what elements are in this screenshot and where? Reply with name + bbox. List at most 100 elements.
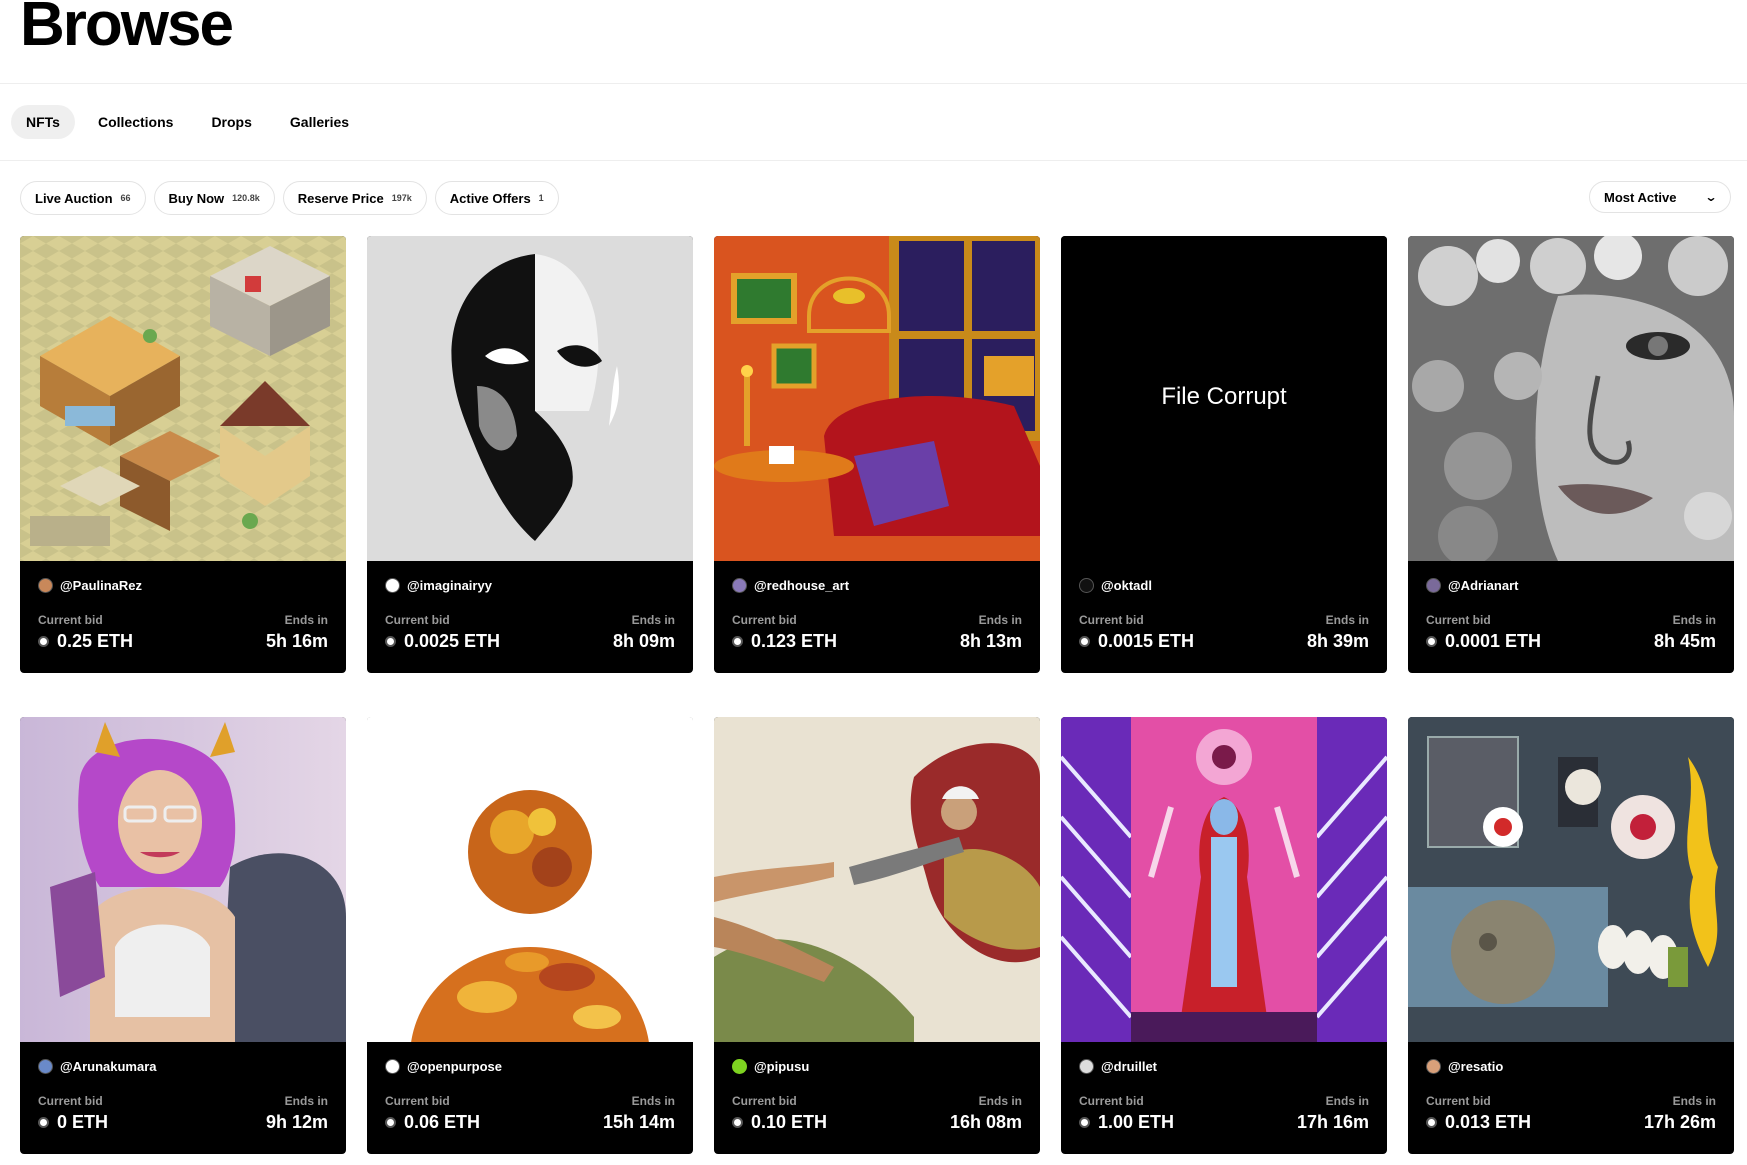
nft-artwork[interactable] <box>714 717 1040 1042</box>
creator-link[interactable]: @resatio <box>1426 1059 1503 1074</box>
nft-grid: @PaulinaRez Current bid 0.25 ETH Ends in… <box>20 236 1734 1154</box>
nft-card[interactable]: File Corrupt @oktadl Current bid 0.0015 … <box>1061 236 1387 673</box>
eth-icon <box>732 1117 743 1128</box>
current-bid: 0.0015 ETH <box>1079 631 1194 652</box>
creator-name: @pipusu <box>754 1059 810 1074</box>
ends-in-value: 8h 39m <box>1306 631 1369 651</box>
creator-link[interactable]: @druillet <box>1079 1059 1157 1074</box>
avatar <box>1426 1059 1441 1074</box>
bid-value: 0 ETH <box>57 1112 109 1132</box>
current-bid-label: Current bid <box>385 613 450 627</box>
nft-card[interactable]: @redhouse_art Current bid 0.123 ETH Ends… <box>714 236 1040 673</box>
creator-name: @imaginairyy <box>407 578 492 593</box>
ends-in-label: Ends in <box>284 1094 328 1108</box>
ends-in-label: Ends in <box>631 1094 675 1108</box>
bid-value: 1.00 ETH <box>1098 1112 1175 1132</box>
nft-artwork[interactable]: File Corrupt <box>1061 236 1387 561</box>
eth-icon <box>385 1117 396 1128</box>
creator-link[interactable]: @Arunakumara <box>38 1059 156 1074</box>
tab-nfts[interactable]: NFTs <box>11 105 75 139</box>
eth-icon <box>385 636 396 647</box>
ends-in-label: Ends in <box>978 1094 1022 1108</box>
nft-card[interactable]: @druillet Current bid 1.00 ETH Ends in 1… <box>1061 717 1387 1154</box>
ends-in-value: 17h 16m <box>1296 1112 1369 1132</box>
bid-value: 0.10 ETH <box>751 1112 828 1132</box>
avatar <box>1426 578 1441 593</box>
ends-in-value: 9h 12m <box>265 1112 328 1132</box>
sort-label: Most Active <box>1604 189 1677 205</box>
nft-artwork[interactable] <box>714 236 1040 561</box>
card-info: @Arunakumara Current bid 0 ETH Ends in 9… <box>20 1042 346 1154</box>
current-bid-label: Current bid <box>1426 613 1491 627</box>
filter-live-auction[interactable]: Live Auction 66 <box>20 181 146 215</box>
filter-count: 197k <box>391 193 412 203</box>
current-bid: 0.123 ETH <box>732 631 837 652</box>
current-bid-label: Current bid <box>38 1094 103 1108</box>
ends-in-label: Ends in <box>1325 1094 1369 1108</box>
current-bid-label: Current bid <box>38 613 103 627</box>
avatar <box>1079 1059 1094 1074</box>
card-info: @pipusu Current bid 0.10 ETH Ends in 16h… <box>714 1042 1040 1154</box>
creator-link[interactable]: @openpurpose <box>385 1059 502 1074</box>
nft-card[interactable]: @imaginairyy Current bid 0.0025 ETH Ends… <box>367 236 693 673</box>
creator-link[interactable]: @PaulinaRez <box>38 578 142 593</box>
tab-bar: NFTs Collections Drops Galleries <box>11 105 364 139</box>
creator-link[interactable]: @Adrianart <box>1426 578 1518 593</box>
eth-icon <box>38 636 49 647</box>
creator-name: @resatio <box>1448 1059 1504 1074</box>
ends-in-label: Ends in <box>631 613 675 627</box>
creator-link[interactable]: @pipusu <box>732 1059 809 1074</box>
nft-artwork[interactable] <box>1408 236 1734 561</box>
tab-galleries[interactable]: Galleries <box>275 105 364 139</box>
nft-card[interactable]: @Adrianart Current bid 0.0001 ETH Ends i… <box>1408 236 1734 673</box>
nft-artwork[interactable] <box>1061 717 1387 1042</box>
bid-value: 0.013 ETH <box>1445 1112 1532 1132</box>
ends-in-value: 16h 08m <box>949 1112 1022 1132</box>
current-bid: 0.013 ETH <box>1426 1112 1531 1133</box>
nft-artwork[interactable] <box>20 717 346 1042</box>
creator-name: @Arunakumara <box>60 1059 157 1074</box>
nft-card[interactable]: @pipusu Current bid 0.10 ETH Ends in 16h… <box>714 717 1040 1154</box>
nft-artwork[interactable] <box>20 236 346 561</box>
tab-drops[interactable]: Drops <box>196 105 266 139</box>
ends-in-label: Ends in <box>1325 613 1369 627</box>
filter-label: Buy Now <box>168 190 225 206</box>
current-bid-label: Current bid <box>1079 1094 1144 1108</box>
creator-link[interactable]: @oktadl <box>1079 578 1152 593</box>
nft-artwork[interactable] <box>367 236 693 561</box>
sort-dropdown[interactable]: Most Active ⌄ <box>1589 181 1731 213</box>
avatar <box>385 578 400 593</box>
nft-artwork[interactable] <box>1408 717 1734 1042</box>
creator-name: @Adrianart <box>1448 578 1519 593</box>
filter-buy-now[interactable]: Buy Now 120.8k <box>153 181 275 215</box>
avatar <box>38 578 53 593</box>
filter-count: 1 <box>538 193 544 203</box>
current-bid: 0.0025 ETH <box>385 631 500 652</box>
filter-reserve-price[interactable]: Reserve Price 197k <box>282 181 427 215</box>
nft-card[interactable]: @Arunakumara Current bid 0 ETH Ends in 9… <box>20 717 346 1154</box>
chevron-down-icon: ⌄ <box>1704 190 1718 204</box>
eth-icon <box>1426 636 1437 647</box>
creator-link[interactable]: @redhouse_art <box>732 578 849 593</box>
creator-name: @PaulinaRez <box>60 578 143 593</box>
card-info: @openpurpose Current bid 0.06 ETH Ends i… <box>367 1042 693 1154</box>
bid-value: 0.06 ETH <box>404 1112 481 1132</box>
eth-icon <box>732 636 743 647</box>
creator-name: @openpurpose <box>407 1059 503 1074</box>
nft-artwork[interactable] <box>367 717 693 1042</box>
card-info: @oktadl Current bid 0.0015 ETH Ends in 8… <box>1061 561 1387 673</box>
nft-card[interactable]: @PaulinaRez Current bid 0.25 ETH Ends in… <box>20 236 346 673</box>
ends-in-label: Ends in <box>284 613 328 627</box>
filter-active-offers[interactable]: Active Offers 1 <box>434 181 559 215</box>
nft-card[interactable]: @resatio Current bid 0.013 ETH Ends in 1… <box>1408 717 1734 1154</box>
avatar <box>385 1059 400 1074</box>
creator-link[interactable]: @imaginairyy <box>385 578 492 593</box>
filter-label: Active Offers <box>449 190 531 206</box>
eth-icon <box>1426 1117 1437 1128</box>
artwork-text: File Corrupt <box>1161 383 1287 410</box>
current-bid: 0.06 ETH <box>385 1112 480 1133</box>
tab-collections[interactable]: Collections <box>83 105 188 139</box>
ends-in-label: Ends in <box>1672 613 1716 627</box>
nft-card[interactable]: @openpurpose Current bid 0.06 ETH Ends i… <box>367 717 693 1154</box>
card-info: @redhouse_art Current bid 0.123 ETH Ends… <box>714 561 1040 673</box>
